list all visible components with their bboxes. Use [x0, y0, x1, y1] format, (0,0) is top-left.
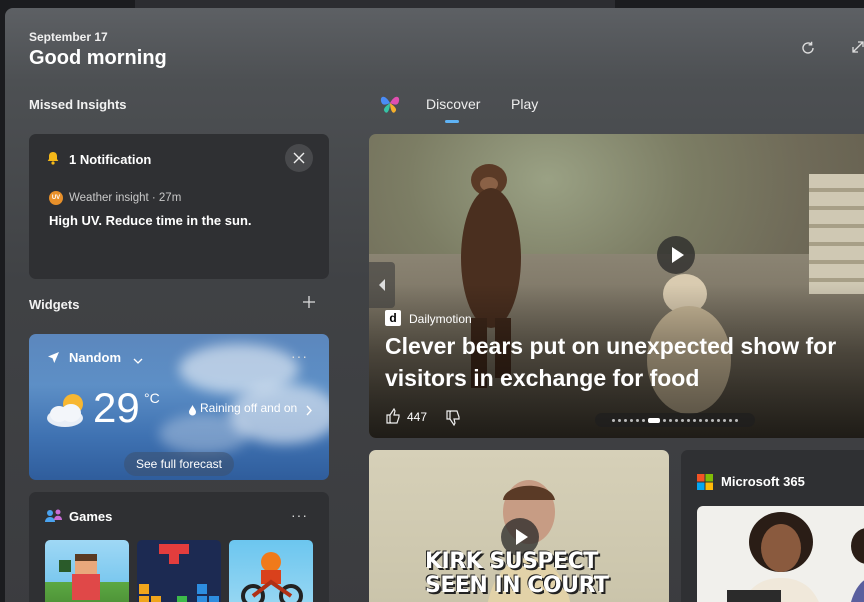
hero-news-card[interactable]: d Dailymotion Clever bears put on unexpe…: [369, 134, 864, 438]
source-name[interactable]: Dailymotion: [409, 312, 472, 326]
carousel-dot[interactable]: [648, 417, 660, 423]
tab-active-indicator: [445, 120, 459, 123]
location-arrow-icon: [47, 351, 60, 369]
weather-location[interactable]: Nandom: [69, 350, 121, 365]
insight-meta: Weather insight · 27m: [69, 192, 182, 204]
close-notification-button[interactable]: [285, 144, 313, 172]
raindrop-icon: [188, 403, 197, 421]
weather-condition: Raining off and on: [200, 401, 298, 415]
carousel-dot[interactable]: [687, 418, 690, 422]
play-video-button[interactable]: [657, 236, 695, 274]
carousel-dot[interactable]: [699, 418, 702, 422]
chevron-down-icon[interactable]: [133, 353, 143, 371]
microsoft-365-promo-image[interactable]: [697, 506, 864, 602]
carousel-dot[interactable]: [636, 418, 639, 422]
carousel-dot[interactable]: [717, 418, 720, 422]
expand-icon[interactable]: [848, 40, 864, 60]
insight-body: High UV. Reduce time in the sun.: [49, 213, 252, 228]
partly-cloudy-icon: [43, 390, 93, 435]
games-title: Games: [69, 509, 113, 524]
carousel-previous-button[interactable]: [369, 262, 395, 308]
microsoft-logo-icon: [697, 474, 713, 495]
temperature-unit: °C: [144, 390, 160, 406]
carousel-dot[interactable]: [618, 418, 621, 422]
video-overlay-text: KIRK SUSPECT SEEN IN COURT: [425, 549, 609, 598]
carousel-pager[interactable]: [595, 413, 755, 427]
carousel-dot[interactable]: [630, 418, 633, 422]
notification-card[interactable]: 1 Notification UV Weather insight · 27m …: [29, 134, 329, 279]
carousel-dot[interactable]: [669, 418, 672, 422]
game-tile-puzzle[interactable]: [137, 540, 221, 602]
carousel-dot[interactable]: [624, 418, 627, 422]
tab-play[interactable]: Play: [511, 96, 538, 112]
news-card-court[interactable]: KIRK SUSPECT SEEN IN COURT: [369, 450, 669, 602]
game-tile-blocks[interactable]: [45, 540, 129, 602]
chevron-left-icon: [379, 279, 385, 291]
thumbs-down-icon[interactable]: [445, 410, 461, 431]
games-more-icon[interactable]: ···: [291, 507, 308, 523]
play-icon: [515, 529, 528, 545]
add-widget-icon[interactable]: [299, 293, 319, 313]
like-count: 447: [407, 410, 428, 424]
refresh-icon[interactable]: [798, 40, 818, 60]
game-tile-moto[interactable]: [229, 540, 313, 602]
carousel-dot[interactable]: [693, 418, 696, 422]
games-widget[interactable]: Games ···: [29, 492, 329, 602]
overlay-line-1: KIRK SUSPECT: [425, 549, 598, 574]
bell-icon: [45, 150, 61, 166]
carousel-dot[interactable]: [723, 418, 726, 422]
missed-insights-title: Missed Insights: [29, 97, 127, 112]
temperature: 29: [93, 384, 140, 431]
carousel-dot[interactable]: [705, 418, 708, 422]
thumbs-up-icon[interactable]: [385, 407, 401, 429]
uv-badge-icon: UV: [49, 191, 63, 205]
carousel-dot[interactable]: [735, 418, 738, 422]
header-date: September 17: [29, 30, 108, 44]
carousel-dot[interactable]: [642, 418, 645, 422]
carousel-dot[interactable]: [663, 418, 666, 422]
source-logo-icon: d: [385, 310, 401, 326]
carousel-dot[interactable]: [675, 418, 678, 422]
chevron-right-icon[interactable]: [305, 403, 313, 421]
carousel-dot[interactable]: [612, 418, 615, 422]
overlay-line-2: SEEN IN COURT: [425, 573, 609, 598]
close-icon: [293, 152, 305, 164]
microsoft-365-title: Microsoft 365: [721, 474, 805, 489]
weather-widget[interactable]: Nandom ··· 29 °C Raining off and on See …: [29, 334, 329, 480]
hero-headline[interactable]: Clever bears put on unexpected show for …: [385, 330, 864, 394]
widgets-title: Widgets: [29, 297, 80, 312]
microsoft-365-widget[interactable]: Microsoft 365: [681, 450, 864, 602]
header-greeting: Good morning: [29, 47, 167, 69]
widgets-panel: September 17 Good morning Missed Insight…: [5, 8, 864, 602]
butterfly-logo-icon: [379, 92, 401, 119]
carousel-dot[interactable]: [681, 418, 684, 422]
notification-title: 1 Notification: [69, 152, 152, 167]
tab-discover[interactable]: Discover: [426, 96, 480, 112]
see-full-forecast-button[interactable]: See full forecast: [124, 452, 234, 476]
carousel-dot[interactable]: [711, 418, 714, 422]
games-people-icon: [44, 508, 64, 529]
carousel-dot[interactable]: [729, 418, 732, 422]
weather-more-icon[interactable]: ···: [291, 348, 308, 364]
play-icon: [671, 247, 684, 263]
